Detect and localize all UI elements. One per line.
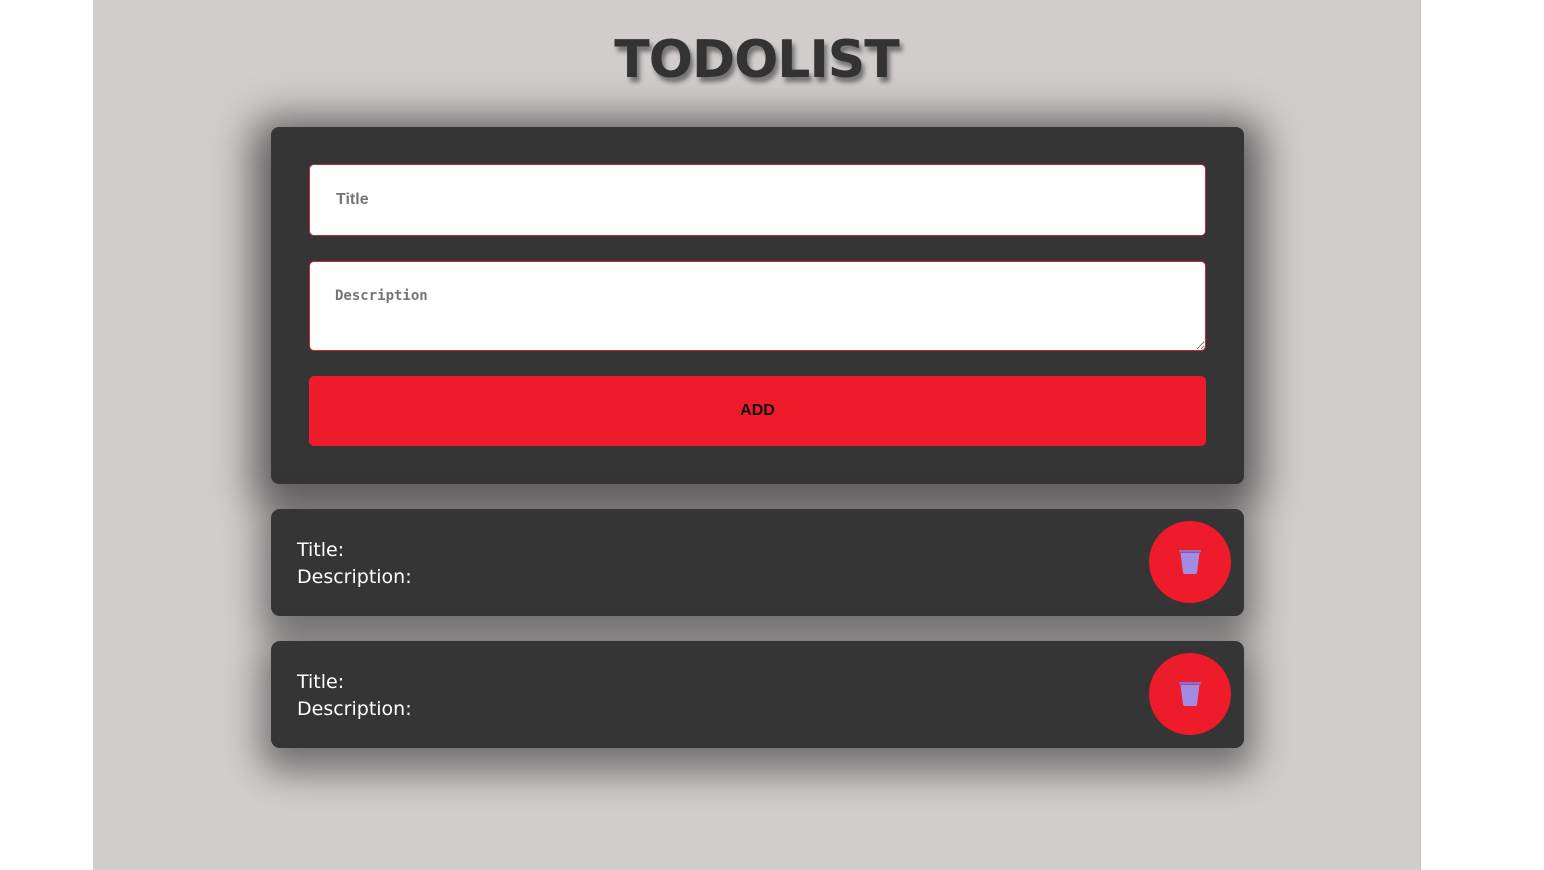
todo-form: ADD	[271, 127, 1244, 484]
todo-description-label: Description:	[297, 566, 412, 588]
trash-icon	[1179, 550, 1201, 574]
todo-text: Title: Description:	[297, 537, 412, 591]
todo-text: Title: Description:	[297, 669, 412, 723]
todo-title-label: Title:	[297, 671, 345, 693]
description-input[interactable]	[309, 261, 1206, 351]
delete-button[interactable]	[1149, 653, 1231, 735]
trash-icon	[1179, 682, 1201, 706]
title-input[interactable]	[309, 164, 1206, 236]
add-button[interactable]: ADD	[309, 376, 1206, 446]
delete-button[interactable]	[1149, 521, 1231, 603]
app-container: TODOLIST ADD Title: Description: Title: …	[93, 0, 1421, 870]
todo-item: Title: Description:	[271, 509, 1244, 616]
page-title: TODOLIST	[614, 30, 899, 90]
todo-item: Title: Description:	[271, 641, 1244, 748]
todo-title-label: Title:	[297, 539, 345, 561]
todo-description-label: Description:	[297, 698, 412, 720]
